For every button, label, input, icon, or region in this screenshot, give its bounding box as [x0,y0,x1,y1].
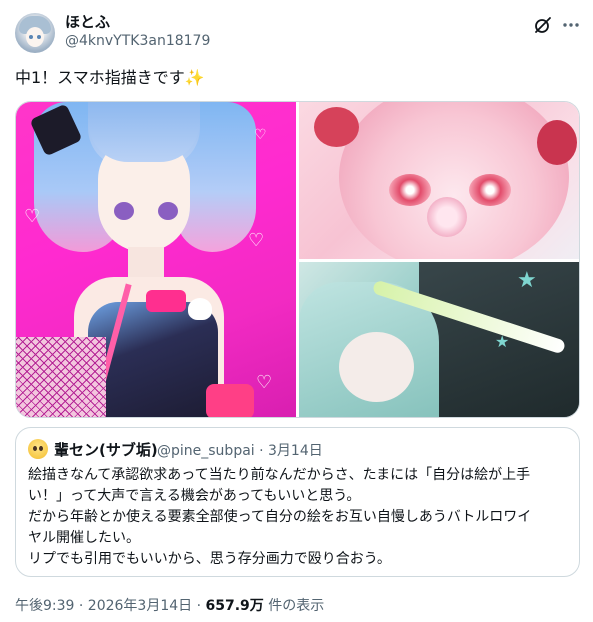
quoted-line: い！」って大声で言える機会があってもいいと思う。 [28,488,361,504]
quoted-tweet-text: 絵描きなんて承認欲求あって当たり前なんだからさ、たまには「自分は絵が上手 い！」… [28,465,568,570]
tweet-meta: 午後9:39 · 2026年3月14日 · 657.9万 件の表示 [15,595,324,615]
heart-doodle-icon: ♡ [24,206,41,227]
eye [158,202,178,220]
quoted-line: だから年齢とか使える要素全部使って自分の絵をお互い自慢しあうバトルロワイ [28,509,532,525]
quoted-tweet[interactable]: 輩セン(サブ垢) @pine_subpai · 3月14日 絵描きなんて承認欲求… [15,427,580,577]
quoted-author-name: 輩セン(サブ垢) [54,441,158,459]
tweet-body: 中1！スマホ指描きです [15,68,185,87]
bowtie [146,290,186,312]
more-icon[interactable] [561,15,581,35]
eye [114,202,134,220]
heart-cutout [188,298,212,320]
media-grid: ♡ ♡ ♡ ♡ ★ ★ [15,101,580,418]
tweet-text: 中1！スマホ指描きです✨ [15,66,205,90]
glove [206,384,254,417]
avatar-eye [37,35,41,39]
quoted-author-avatar [28,439,48,459]
author-handle[interactable]: @4knvYTK3an18179 [65,33,210,49]
author-avatar[interactable] [15,13,55,53]
quoted-author-handle-date: @pine_subpai · 3月14日 [157,443,323,459]
author-display-name[interactable]: ほとふ [65,11,110,32]
fishnet [16,337,106,417]
media-image-1[interactable]: ♡ ♡ ♡ ♡ [16,102,296,417]
eye [469,174,511,206]
star-icon: ★ [517,268,537,293]
horn [537,120,577,165]
avatar-eye [29,35,33,39]
heart-doodle-icon: ♡ [248,230,265,251]
sparkle-emoji: ✨ [184,68,205,87]
heart-doodle-icon: ♡ [256,372,273,393]
view-count[interactable]: 657.9万 [206,598,264,614]
media-image-3[interactable]: ★ ★ [299,262,579,417]
view-label: 件の表示 [263,598,325,614]
eye [389,174,431,206]
star-icon: ★ [495,332,510,351]
cherry-blossom [427,197,467,237]
face [339,332,414,402]
tweet: ほとふ @4knvYTK3an18179 中1！スマホ指描きです✨ ♡ ♡ ♡ … [0,0,593,622]
media-image-2[interactable] [299,102,579,259]
heart-doodle-icon: ♡ [254,127,267,143]
grok-icon[interactable] [533,15,553,35]
bangs-front [88,102,200,162]
quoted-line: ヤル開催したい。 [28,530,140,546]
quoted-line: リプでも引用でもいいから、思う存分画力で殴り合おう。 [28,551,391,567]
quoted-line: 絵描きなんて承認欲求あって当たり前なんだからさ、たまには「自分は絵が上手 [28,467,531,483]
horn [314,107,359,147]
timestamp[interactable]: 午後9:39 · 2026年3月14日 · [15,598,206,614]
